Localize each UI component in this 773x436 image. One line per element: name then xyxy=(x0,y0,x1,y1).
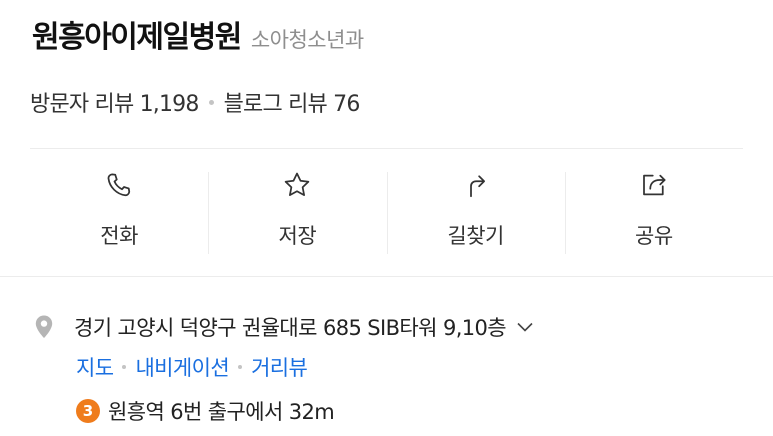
section-divider xyxy=(0,276,773,277)
directions-icon xyxy=(469,175,485,198)
link-separator xyxy=(238,365,243,369)
call-button[interactable]: 전화 xyxy=(30,170,208,256)
navigation-link[interactable]: 내비게이션 xyxy=(135,352,229,382)
location-pin-icon xyxy=(35,315,53,338)
directions-button[interactable]: 길찾기 xyxy=(386,170,565,256)
map-link[interactable]: 지도 xyxy=(76,352,114,382)
subway-line-badge: 3 xyxy=(76,399,100,423)
action-bar: 전화 저장 길찾기 공유 xyxy=(30,170,743,256)
map-links: 지도 내비게이션 거리뷰 xyxy=(76,352,308,382)
title-row: 원흥아이제일병원 소아청소년과 xyxy=(32,12,364,56)
share-button[interactable]: 공유 xyxy=(564,170,743,256)
phone-icon xyxy=(107,173,131,197)
subway-info: 3 원흥역 6번 출구에서 32m xyxy=(76,396,335,426)
visitor-review-link[interactable]: 방문자 리뷰 1,198 xyxy=(30,86,199,118)
address-text: 경기 고양시 덕양구 권율대로 685 SIB타워 9,10층 xyxy=(74,316,507,340)
subway-text: 원흥역 6번 출구에서 32m xyxy=(108,400,335,424)
chevron-down-icon[interactable] xyxy=(516,321,534,333)
divider xyxy=(30,148,743,149)
action-label: 저장 xyxy=(278,224,317,248)
review-summary: 방문자 리뷰 1,198 블로그 리뷰 76 xyxy=(30,86,360,118)
link-separator xyxy=(122,365,127,369)
place-name: 원흥아이제일병원 xyxy=(32,20,242,55)
blog-review-link[interactable]: 블로그 리뷰 76 xyxy=(224,86,361,118)
star-icon xyxy=(285,172,310,196)
street-view-link[interactable]: 거리뷰 xyxy=(251,352,308,382)
share-icon xyxy=(643,174,666,196)
action-label: 공유 xyxy=(635,224,673,248)
place-category: 소아청소년과 xyxy=(250,28,364,52)
save-button[interactable]: 저장 xyxy=(208,170,386,256)
address-row[interactable]: 경기 고양시 덕양구 권율대로 685 SIB타워 9,10층 xyxy=(32,312,552,342)
action-label: 길찾기 xyxy=(447,224,504,248)
review-separator xyxy=(208,99,214,105)
action-label: 전화 xyxy=(100,224,138,248)
